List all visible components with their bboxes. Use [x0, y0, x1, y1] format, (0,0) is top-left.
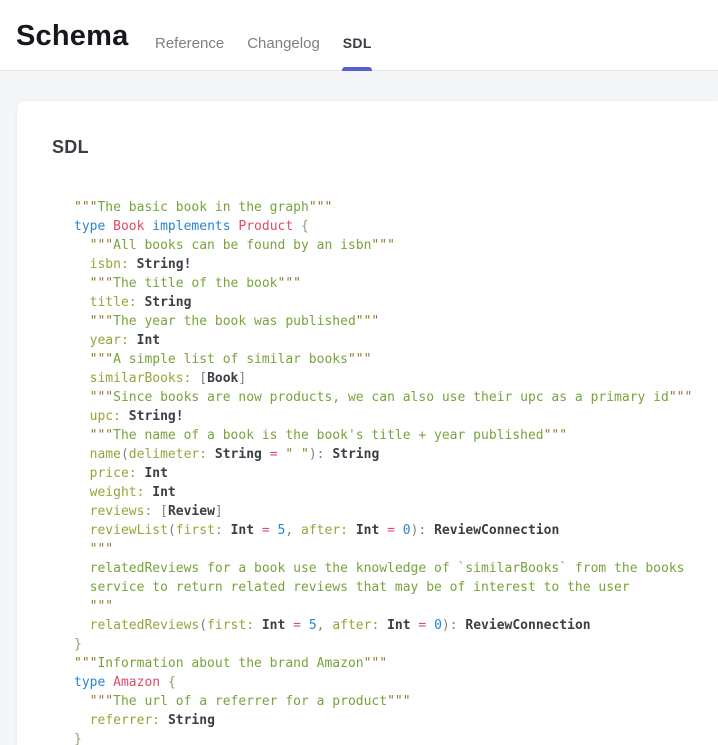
code-line: """Information about the brand Amazon""" [74, 654, 718, 673]
code-line: similarBooks: [Book] [74, 369, 718, 388]
active-tab-underline [342, 67, 372, 71]
code-line: type Book implements Product { [74, 217, 718, 236]
code-line: price: Int [74, 464, 718, 483]
code-line: name(delimeter: String = " "): String [74, 445, 718, 464]
code-line: reviews: [Review] [74, 502, 718, 521]
code-line: """The title of the book""" [74, 274, 718, 293]
code-line: """The url of a referrer for a product""… [74, 692, 718, 711]
code-line: """The basic book in the graph""" [74, 198, 718, 217]
code-line: type Amazon { [74, 673, 718, 692]
sdl-code: """The basic book in the graph"""type Bo… [74, 198, 718, 745]
code-line: """Since books are now products, we can … [74, 388, 718, 407]
sdl-card: SDL """The basic book in the graph"""typ… [17, 101, 718, 745]
sdl-heading: SDL [52, 136, 718, 158]
code-line: """All books can be found by an isbn""" [74, 236, 718, 255]
schema-header: Schema Reference Changelog SDL [0, 0, 718, 71]
code-line: } [74, 635, 718, 654]
code-line: weight: Int [74, 483, 718, 502]
schema-tabs: Reference Changelog SDL [155, 33, 372, 54]
code-line: } [74, 730, 718, 745]
code-line: relatedReviews(first: Int = 5, after: In… [74, 616, 718, 635]
content-area: SDL """The basic book in the graph"""typ… [0, 71, 718, 745]
page-title: Schema [16, 18, 128, 54]
code-line: """The year the book was published""" [74, 312, 718, 331]
code-line: isbn: String! [74, 255, 718, 274]
code-line: service to return related reviews that m… [74, 578, 718, 597]
code-line: """The name of a book is the book's titl… [74, 426, 718, 445]
code-line: upc: String! [74, 407, 718, 426]
tab-reference[interactable]: Reference [155, 34, 224, 54]
code-line: """A simple list of similar books""" [74, 350, 718, 369]
code-line: """ [74, 597, 718, 616]
code-line: """ [74, 540, 718, 559]
code-line: year: Int [74, 331, 718, 350]
code-line: title: String [74, 293, 718, 312]
code-line: relatedReviews for a book use the knowle… [74, 559, 718, 578]
code-line: reviewList(first: Int = 5, after: Int = … [74, 521, 718, 540]
tab-sdl[interactable]: SDL [343, 33, 372, 53]
code-line: referrer: String [74, 711, 718, 730]
tab-changelog[interactable]: Changelog [247, 34, 320, 54]
